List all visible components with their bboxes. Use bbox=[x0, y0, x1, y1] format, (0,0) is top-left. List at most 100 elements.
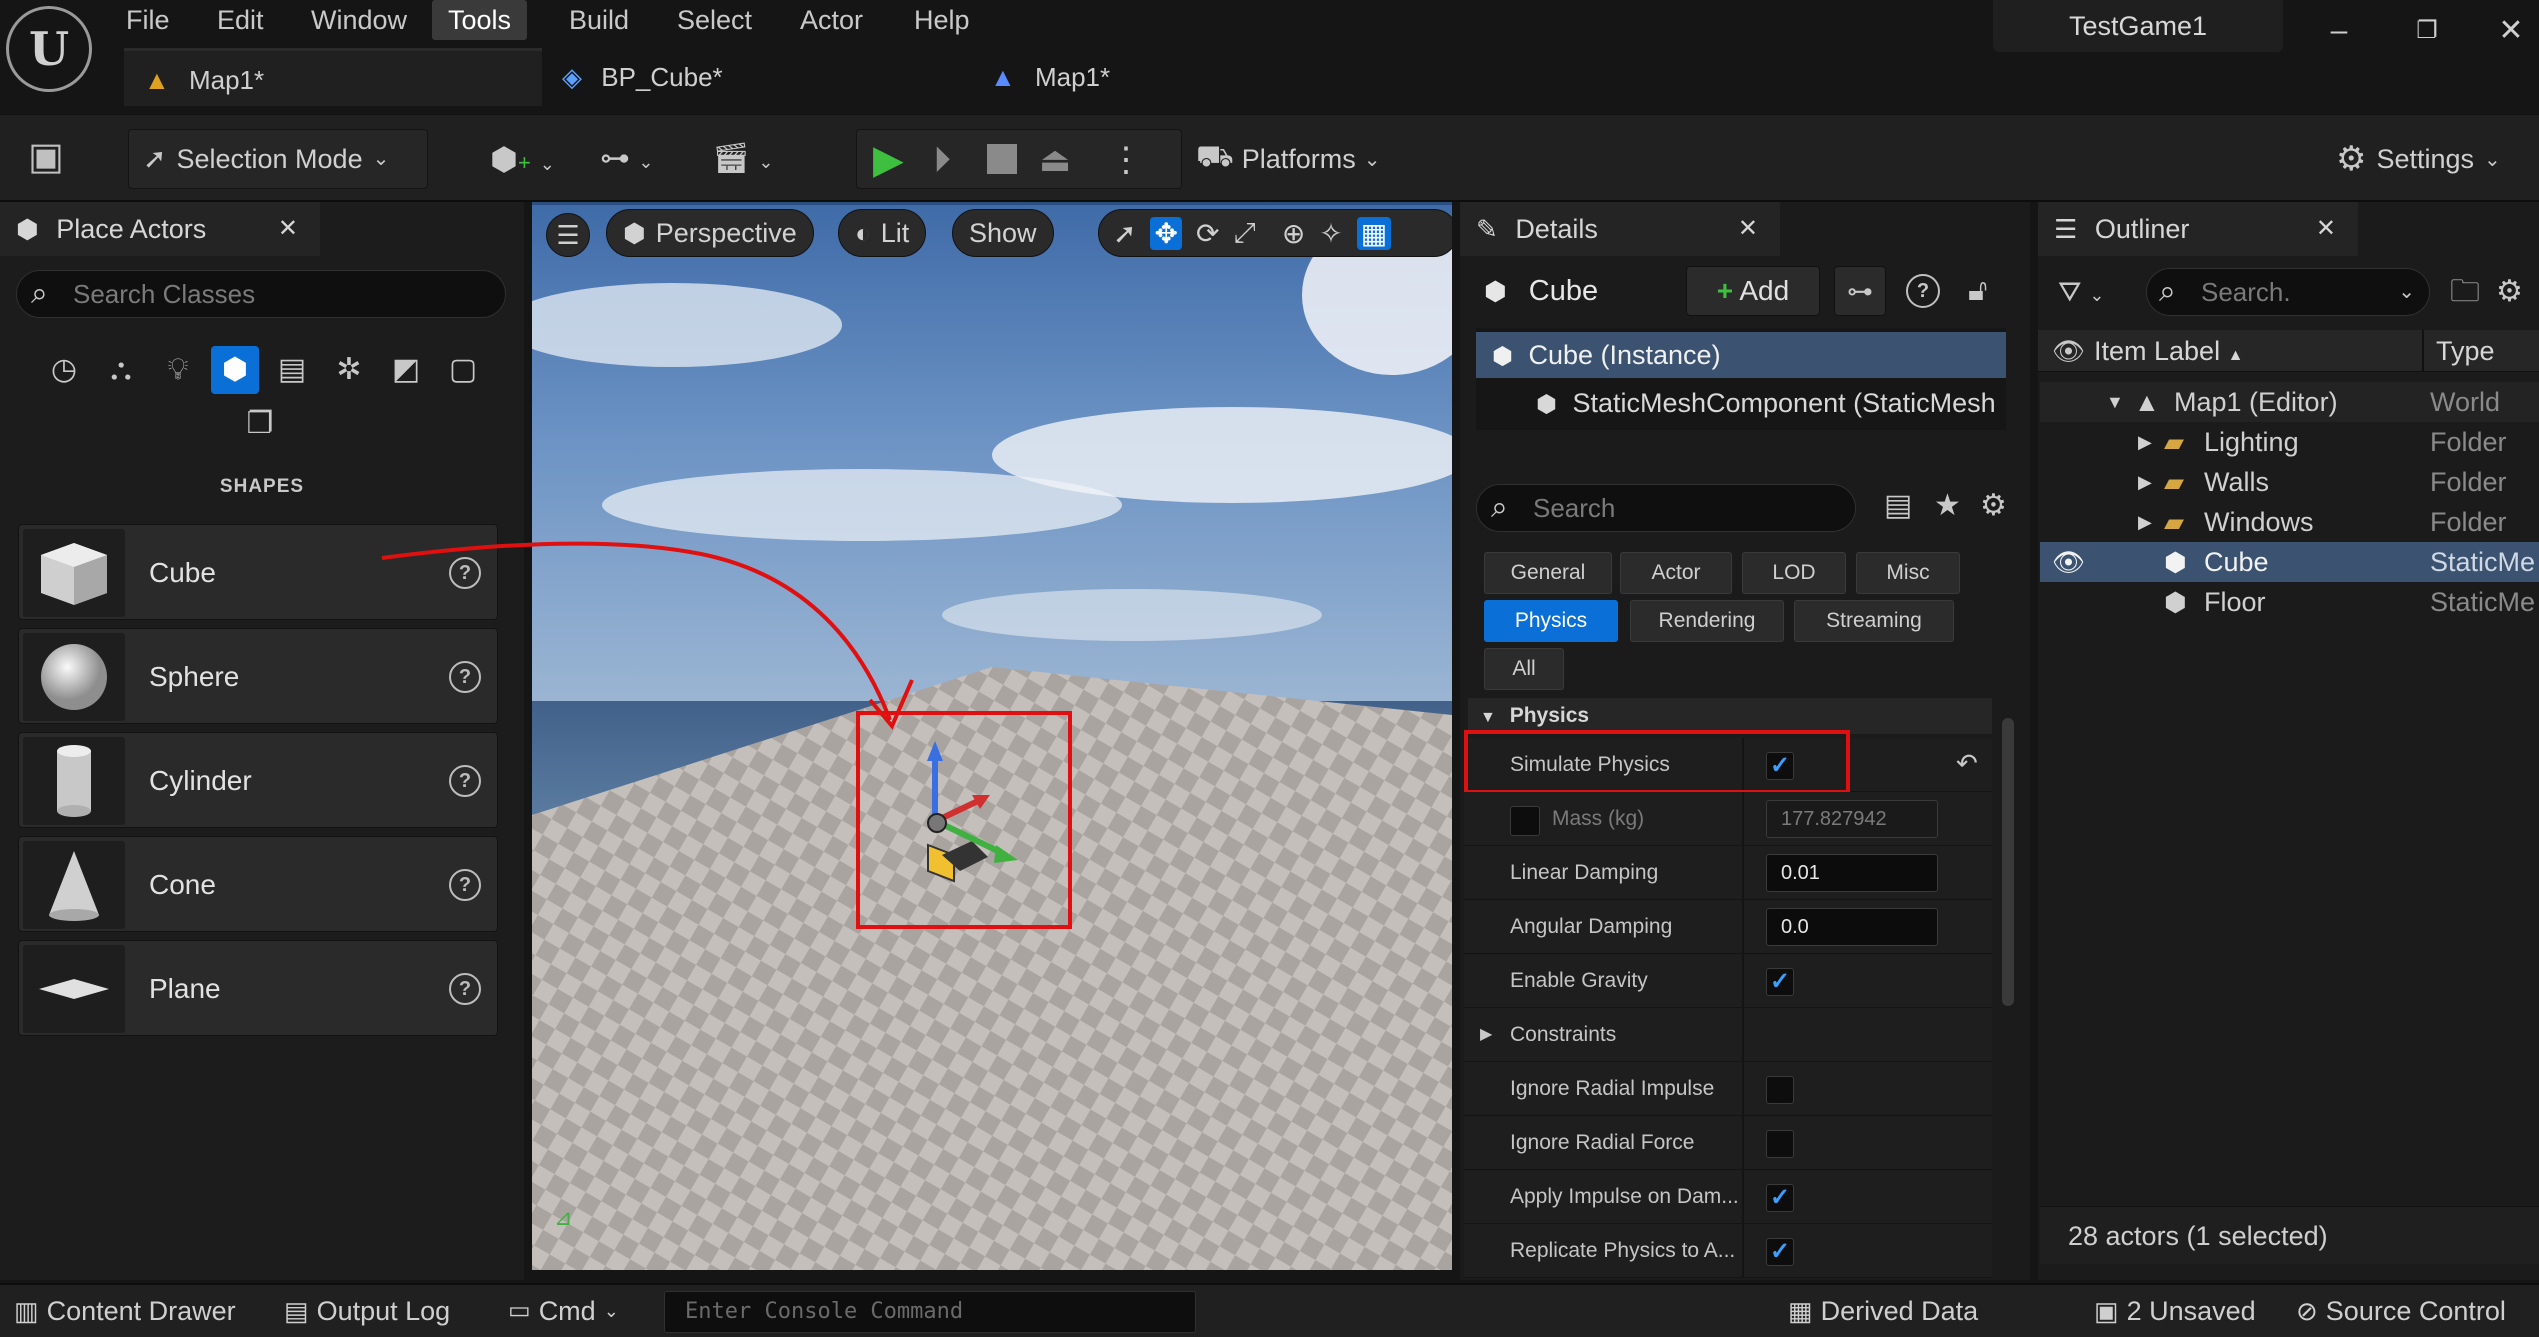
basic-icon[interactable]: ⛬ bbox=[97, 346, 145, 394]
scale-tool-icon[interactable]: ⤢ bbox=[1233, 217, 1255, 250]
help-icon[interactable]: ? bbox=[449, 661, 481, 693]
angular-damping-input[interactable]: 0.0 bbox=[1766, 908, 1938, 946]
help-icon[interactable]: ? bbox=[1906, 274, 1940, 308]
menu-actor[interactable]: Actor bbox=[784, 0, 879, 40]
component-root[interactable]: ⬢ Cube (Instance) bbox=[1476, 332, 2006, 378]
component-child[interactable]: ⬢ StaticMeshComponent (StaticMesh bbox=[1536, 380, 2006, 426]
eject-icon[interactable]: ⏏ bbox=[1039, 138, 1071, 182]
unreal-logo-icon[interactable]: U bbox=[6, 6, 92, 92]
selection-mode-button[interactable]: ➚ Selection Mode ⌄ bbox=[128, 129, 428, 189]
favorite-star-icon[interactable]: ★ bbox=[1934, 488, 1961, 523]
place-actors-tab[interactable]: ⬢ Place Actors ✕ bbox=[0, 202, 320, 256]
filter-misc[interactable]: Misc bbox=[1856, 552, 1960, 594]
console-command-input[interactable]: Enter Console Command bbox=[664, 1291, 1196, 1333]
visual-effects-icon[interactable]: ✲ bbox=[325, 346, 373, 394]
col-type[interactable]: Type bbox=[2422, 330, 2495, 372]
stop-icon[interactable] bbox=[987, 144, 1017, 174]
save-icon[interactable]: ▣ bbox=[22, 133, 70, 181]
viewport-menu-icon[interactable]: ☰ bbox=[546, 213, 590, 257]
details-search-input[interactable]: ⌕ Search bbox=[1476, 484, 1856, 532]
linear-damping-input[interactable]: 0.01 bbox=[1766, 854, 1938, 892]
tab-map1[interactable]: ▲ Map1* bbox=[124, 48, 542, 106]
filter-all[interactable]: All bbox=[1484, 648, 1564, 690]
details-scrollbar[interactable] bbox=[2002, 718, 2014, 1006]
menu-tools[interactable]: Tools bbox=[432, 0, 528, 40]
restore-icon[interactable]: ❐ bbox=[2402, 6, 2452, 56]
lit-button[interactable]: ◐ Lit bbox=[838, 209, 927, 257]
shape-item-cone[interactable]: Cone ? bbox=[18, 836, 498, 932]
surface-snapping-icon[interactable]: ✧ bbox=[1319, 217, 1342, 250]
recent-icon[interactable]: ◷ bbox=[40, 346, 88, 394]
filter-actor[interactable]: Actor bbox=[1620, 552, 1732, 594]
volumes-icon[interactable]: ▢ bbox=[439, 346, 487, 394]
blueprint-menu-icon[interactable]: ⊶ ⌄ bbox=[600, 137, 680, 181]
add-actor-icon[interactable]: ⬢+ ⌄ bbox=[490, 137, 570, 181]
property-matrix-icon[interactable]: ▤ bbox=[1884, 488, 1912, 523]
prop-constraints[interactable]: ▶ Constraints bbox=[1464, 1008, 1992, 1062]
outliner-search-input[interactable]: ⌕ Search. ⌄ bbox=[2146, 268, 2430, 316]
output-log-button[interactable]: ▤ Output Log bbox=[284, 1285, 450, 1337]
all-classes-icon[interactable]: ❐ bbox=[236, 400, 284, 448]
menu-build[interactable]: Build bbox=[553, 0, 645, 40]
geometry-icon[interactable]: ◩ bbox=[382, 346, 430, 394]
step-forward-icon[interactable]: ⏵︎ bbox=[933, 138, 951, 182]
shapes-icon[interactable]: ⬢ bbox=[211, 346, 259, 394]
gear-icon[interactable]: ⚙ bbox=[2496, 270, 2523, 314]
help-icon[interactable]: ? bbox=[449, 765, 481, 797]
add-component-button[interactable]: + Add bbox=[1686, 266, 1820, 316]
grid-snap-icon[interactable]: ▦ bbox=[1356, 216, 1392, 250]
ignore-radial-force-checkbox[interactable] bbox=[1766, 1130, 1794, 1158]
chevron-right-icon[interactable]: ▶ bbox=[2138, 462, 2152, 502]
shape-item-plane[interactable]: Plane ? bbox=[18, 940, 498, 1036]
help-icon[interactable]: ? bbox=[449, 557, 481, 589]
visibility-eye-icon[interactable]: 👁︎ bbox=[2052, 330, 2085, 372]
search-classes-input[interactable]: ⌕ Search Classes bbox=[16, 270, 506, 318]
filter-icon[interactable]: ⛛ ⌄ bbox=[2058, 270, 2104, 317]
filter-general[interactable]: General bbox=[1484, 552, 1612, 594]
reset-to-default-icon[interactable]: ↶ bbox=[1956, 748, 1978, 779]
chevron-right-icon[interactable]: ▶ bbox=[2138, 422, 2152, 462]
content-drawer-button[interactable]: ▥ Content Drawer bbox=[14, 1285, 236, 1337]
minimize-icon[interactable]: – bbox=[2314, 6, 2364, 56]
perspective-button[interactable]: ⬢ Perspective bbox=[606, 209, 814, 257]
level-viewport[interactable]: ⊿ ☰ ⬢ Perspective ◐ Lit Show ➚ ✥ ⟳ ⤢ ⊕ ✧… bbox=[532, 202, 1452, 1270]
move-tool-icon[interactable]: ✥ bbox=[1150, 216, 1182, 250]
physics-section-header[interactable]: ▼ Physics bbox=[1468, 698, 1992, 734]
derived-data-button[interactable]: ▦ Derived Data bbox=[1788, 1285, 1978, 1337]
shape-item-sphere[interactable]: Sphere ? bbox=[18, 628, 498, 724]
close-tab-icon[interactable]: ✕ bbox=[2316, 202, 2336, 256]
play-icon[interactable]: ▶ bbox=[873, 138, 904, 182]
add-folder-icon[interactable]: 🗀︎ bbox=[2450, 270, 2480, 314]
gear-icon[interactable]: ⚙ bbox=[1980, 488, 2007, 523]
outliner-tab[interactable]: ☰ Outliner ✕ bbox=[2038, 202, 2358, 256]
select-tool-icon[interactable]: ➚ bbox=[1113, 217, 1136, 250]
lock-icon[interactable]: 🔓︎ bbox=[1968, 268, 1987, 314]
lights-icon[interactable]: 💡︎ bbox=[154, 346, 202, 394]
world-space-icon[interactable]: ⊕ bbox=[1282, 217, 1305, 250]
unsaved-button[interactable]: ▣ 2 Unsaved bbox=[2094, 1285, 2256, 1337]
chevron-down-icon[interactable]: ▼ bbox=[2106, 382, 2124, 422]
menu-help[interactable]: Help bbox=[898, 0, 986, 40]
settings-button[interactable]: ⚙ Settings ⌄ bbox=[2336, 129, 2526, 189]
cinematic-icon[interactable]: ▤ bbox=[268, 346, 316, 394]
blueprint-convert-icon[interactable]: ⊶ bbox=[1834, 266, 1886, 316]
show-button[interactable]: Show bbox=[952, 209, 1054, 257]
help-icon[interactable]: ? bbox=[449, 973, 481, 1005]
menu-edit[interactable]: Edit bbox=[201, 0, 280, 40]
details-tab[interactable]: ✎ Details ✕ bbox=[1460, 202, 1780, 256]
mass-override-checkbox[interactable] bbox=[1510, 806, 1540, 836]
chevron-right-icon[interactable]: ▶ bbox=[2138, 502, 2152, 542]
tab-bp-cube[interactable]: ◈ BP_Cube* bbox=[542, 48, 962, 106]
tab-map1-blueprint[interactable]: ▲ Map1* bbox=[970, 48, 1370, 106]
shape-item-cube[interactable]: Cube ? bbox=[18, 524, 498, 620]
menu-file[interactable]: File bbox=[110, 0, 186, 40]
filter-streaming[interactable]: Streaming bbox=[1794, 600, 1954, 642]
rotate-tool-icon[interactable]: ⟳ bbox=[1196, 217, 1219, 250]
filter-lod[interactable]: LOD bbox=[1742, 552, 1846, 594]
cinematics-icon[interactable]: 🎬︎ ⌄ bbox=[712, 137, 792, 181]
filter-physics[interactable]: Physics bbox=[1484, 600, 1618, 642]
menu-window[interactable]: Window bbox=[295, 0, 423, 40]
more-options-icon[interactable]: ⋮ bbox=[1109, 138, 1143, 182]
enable-gravity-checkbox[interactable]: ✓ bbox=[1766, 968, 1794, 996]
replicate-physics-checkbox[interactable]: ✓ bbox=[1766, 1238, 1794, 1266]
